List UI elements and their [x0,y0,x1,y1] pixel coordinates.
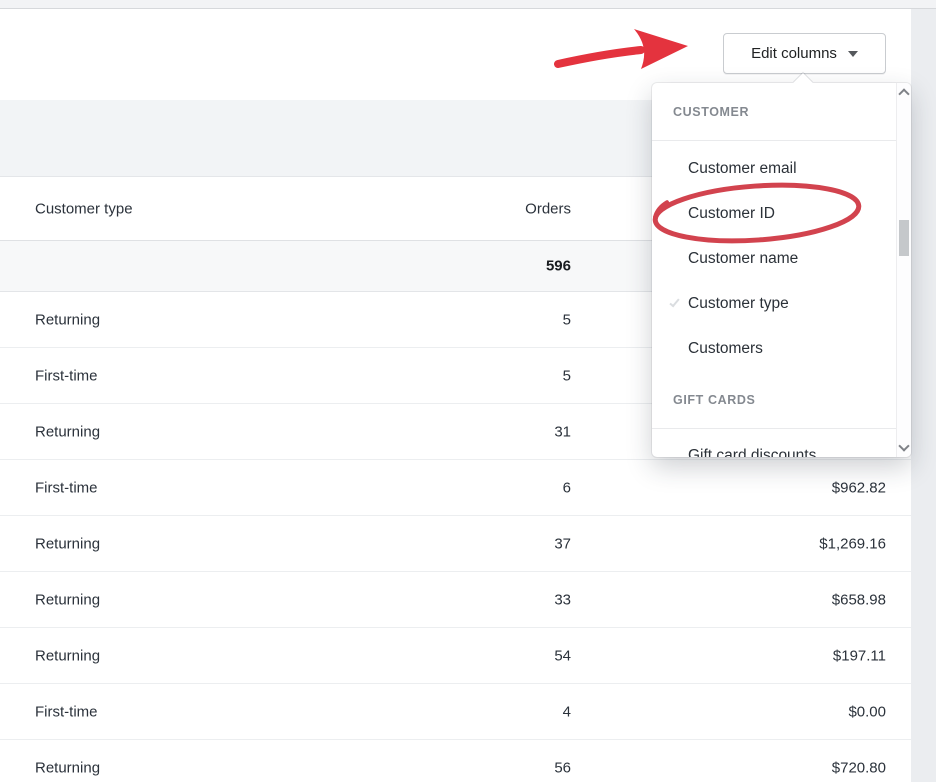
popover-item-label: Customer ID [688,205,775,223]
edit-columns-label: Edit columns [751,45,837,62]
cell-orders: 5 [563,367,571,384]
cell-orders: 37 [554,535,571,552]
popover-item-label: Customer email [688,160,797,178]
cell-customer-type: Returning [35,423,100,440]
cell-orders: 56 [554,759,571,776]
cell-amount: $658.98 [832,591,886,608]
scroll-down-icon[interactable] [898,440,909,451]
cell-amount: $0.00 [848,703,886,720]
cell-orders: 33 [554,591,571,608]
column-header-customer-type[interactable]: Customer type [35,200,133,217]
table-row: First-time 6 $962.82 [0,460,911,516]
popover-scrollbar[interactable] [896,83,911,457]
popover-section-header-gift-cards: GIFT CARDS [652,371,896,429]
cell-customer-type: Returning [35,311,100,328]
scroll-up-icon[interactable] [898,88,909,99]
cell-customer-type: Returning [35,535,100,552]
popover-item-customer-type[interactable]: Customer type [652,281,896,326]
cell-customer-type: Returning [35,647,100,664]
check-icon [669,297,679,308]
cell-amount: $1,269.16 [819,535,886,552]
cell-customer-type: First-time [35,367,98,384]
popover-item-list: Customer email Customer ID Customer name… [652,146,896,371]
table-row: Returning 37 $1,269.16 [0,516,911,572]
popover-item-customer-name[interactable]: Customer name [652,236,896,281]
cell-customer-type: Returning [35,591,100,608]
table-row: Returning 33 $658.98 [0,572,911,628]
popover-section-header-customer: CUSTOMER [652,83,896,141]
top-scroll-strip [0,0,936,9]
cell-amount: $962.82 [832,479,886,496]
popover-item-gift-card-discounts[interactable]: Gift card discounts [652,433,896,457]
cell-orders: 5 [563,311,571,328]
column-header-orders[interactable]: Orders [525,200,571,217]
popover-item-label: Customers [688,340,763,358]
edit-columns-button[interactable]: Edit columns [723,33,886,74]
page-right-gutter [911,9,936,782]
popover-content: CUSTOMER Customer email Customer ID Cust… [652,83,896,457]
summary-orders-total: 596 [546,258,571,275]
cell-customer-type: First-time [35,703,98,720]
edit-columns-popover: CUSTOMER Customer email Customer ID Cust… [652,83,911,457]
table-row: Returning 56 $720.80 [0,740,911,782]
popover-item-label: Customer name [688,250,798,268]
popover-item-label: Gift card discounts [688,447,816,458]
cell-orders: 54 [554,647,571,664]
cell-orders: 31 [554,423,571,440]
cell-orders: 6 [563,479,571,496]
cell-amount: $197.11 [833,647,886,664]
popover-item-customer-id[interactable]: Customer ID [652,191,896,236]
chevron-down-icon [848,51,858,57]
cell-orders: 4 [563,703,571,720]
cell-customer-type: Returning [35,759,100,776]
scrollbar-thumb[interactable] [899,220,909,256]
popover-item-customers[interactable]: Customers [652,326,896,371]
popover-item-customer-email[interactable]: Customer email [652,146,896,191]
report-page: Edit columns Customer type Orders 596 Re… [0,0,936,782]
table-row: First-time 4 $0.00 [0,684,911,740]
cell-amount: $720.80 [832,759,886,776]
popover-item-label: Customer type [688,295,789,313]
table-row: Returning 54 $197.11 [0,628,911,684]
cell-customer-type: First-time [35,479,98,496]
